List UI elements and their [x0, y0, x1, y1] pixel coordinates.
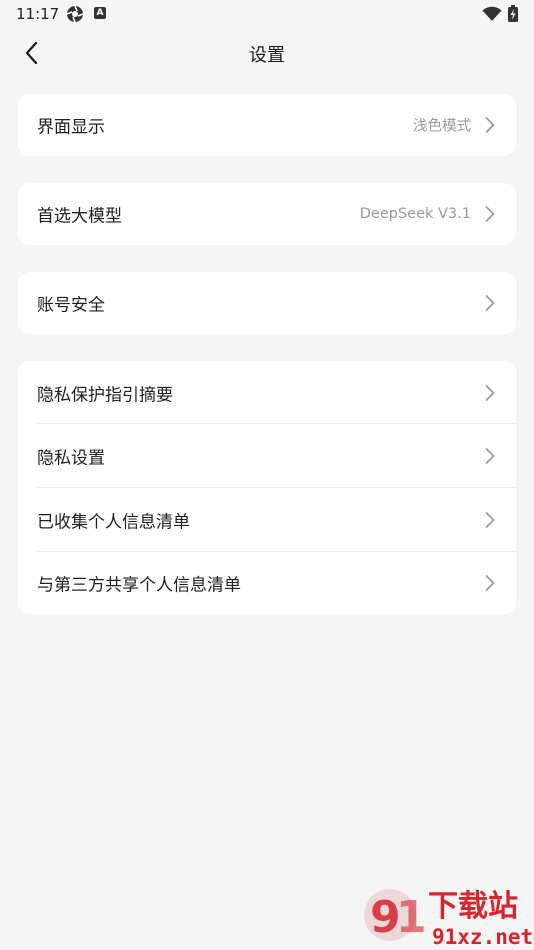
chevron-right-icon: [485, 512, 495, 528]
settings-card-display: 界面显示 浅色模式: [18, 94, 516, 156]
row-value: DeepSeek V3.1: [359, 206, 471, 222]
row-interface-display[interactable]: 界面显示 浅色模式: [18, 94, 516, 156]
row-label: 首选大模型: [37, 206, 122, 227]
row-label: 界面显示: [37, 117, 105, 138]
row-value: 浅色模式: [413, 118, 471, 135]
wifi-icon: [482, 6, 502, 21]
chevron-right-icon: [485, 575, 495, 591]
settings-card-privacy: 隐私保护指引摘要 隐私设置 已收集个人信息清单 与第三方共享个人信息清单: [18, 361, 516, 614]
watermark-brand: 下载站: [428, 889, 518, 924]
row-privacy-summary[interactable]: 隐私保护指引摘要: [18, 361, 516, 424]
row-account-security[interactable]: 账号安全: [18, 272, 516, 334]
row-label: 已收集个人信息清单: [37, 512, 190, 533]
header: 设置: [0, 28, 534, 78]
settings-card-model: 首选大模型 DeepSeek V3.1: [18, 183, 516, 245]
status-time: 11:17: [16, 5, 60, 23]
aperture-icon: [66, 5, 84, 23]
watermark-logo: 9 1 下载站 91xz.net: [364, 889, 533, 949]
battery-charging-icon: [508, 5, 518, 22]
watermark-site: 91xz.net: [432, 925, 533, 949]
settings-card-account: 账号安全: [18, 272, 516, 334]
row-label: 与第三方共享个人信息清单: [37, 575, 241, 596]
row-label: 账号安全: [37, 295, 105, 316]
row-third-party-sharing-list[interactable]: 与第三方共享个人信息清单: [18, 552, 516, 614]
page-title: 设置: [249, 45, 285, 66]
chevron-right-icon: [485, 384, 495, 401]
status-bar: 11:17 A: [0, 0, 534, 28]
chevron-right-icon: [485, 448, 495, 464]
chevron-right-icon: [485, 206, 495, 222]
chevron-right-icon: [485, 117, 495, 133]
row-label: 隐私设置: [37, 448, 105, 469]
row-preferred-model[interactable]: 首选大模型 DeepSeek V3.1: [18, 183, 516, 245]
notification-a-icon: A: [94, 7, 106, 19]
chevron-right-icon: [485, 295, 495, 311]
row-label: 隐私保护指引摘要: [37, 385, 173, 405]
row-privacy-settings[interactable]: 隐私设置: [18, 424, 516, 488]
svg-text:1: 1: [396, 892, 427, 943]
row-collected-info-list[interactable]: 已收集个人信息清单: [18, 488, 516, 552]
